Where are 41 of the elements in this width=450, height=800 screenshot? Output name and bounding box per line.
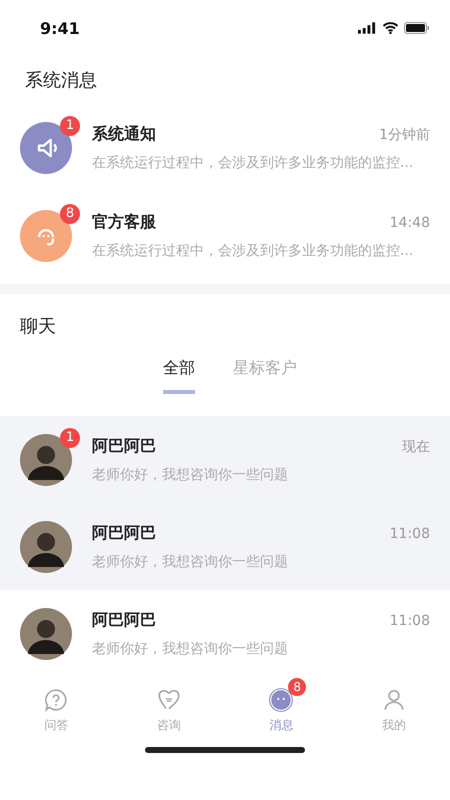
- avatar-silhouette: [20, 434, 72, 486]
- wifi-icon: [382, 22, 399, 34]
- row-time: 1分钟前: [379, 126, 430, 144]
- chat-row[interactable]: 阿巴阿巴 11:08 老师你好，我想咨询你一些问题: [0, 590, 450, 677]
- notification-row[interactable]: 8 官方客服 14:48 在系统运行过程中，会涉及到许多业务功能的监控...: [0, 192, 450, 280]
- tab-label: 我的: [382, 717, 406, 734]
- chat-row[interactable]: 阿巴阿巴 11:08 老师你好，我想咨询你一些问题: [0, 503, 450, 590]
- message-preview: 老师你好，我想咨询你一些问题: [92, 640, 289, 658]
- notification-row[interactable]: 1 系统通知 1分钟前 在系统运行过程中，会涉及到许多业务功能的监控...: [0, 104, 450, 192]
- message-preview: 老师你好，我想咨询你一些问题: [92, 552, 289, 570]
- row-time: 11:08: [390, 526, 430, 542]
- tab-label: 问答: [44, 717, 68, 734]
- row-time: 现在: [402, 438, 430, 456]
- section-title: 系统消息: [24, 69, 98, 93]
- filter-tab[interactable]: 全部: [163, 358, 195, 394]
- tab-label: 消息: [269, 717, 294, 734]
- chat-row[interactable]: 1 阿巴阿巴 现在 老师你好，我想咨询你一些问题: [0, 416, 450, 503]
- message-preview: 老师你好，我想咨询你一些问题: [92, 466, 289, 484]
- unread-badge: 8: [60, 204, 80, 224]
- tab-label: 咨询: [156, 717, 181, 734]
- signal-icon: [358, 22, 377, 34]
- battery-icon: [404, 22, 430, 34]
- avatar-silhouette: [20, 608, 72, 660]
- unread-badge: 8: [288, 678, 306, 696]
- message-preview: 在系统运行过程中，会涉及到许多业务功能的监控...: [92, 242, 414, 260]
- tab-bar-item[interactable]: 8 消息: [241, 677, 322, 747]
- contact-name: 阿巴阿巴: [92, 436, 156, 456]
- unread-badge: 1: [60, 116, 80, 136]
- row-title: 系统通知: [92, 124, 156, 145]
- contact-name: 阿巴阿巴: [92, 522, 156, 544]
- question-icon: [43, 687, 70, 713]
- section-title: 聊天: [19, 315, 57, 339]
- avatar-silhouette: [20, 520, 72, 572]
- contact-name: 阿巴阿巴: [92, 610, 156, 630]
- row-time: 11:08: [390, 612, 430, 628]
- message-icon: [268, 687, 294, 713]
- row-time: 14:48: [390, 215, 430, 231]
- status-time: 9:41: [40, 18, 80, 38]
- message-preview: 在系统运行过程中，会涉及到许多业务功能的监控...: [92, 154, 414, 172]
- unread-badge: 1: [60, 428, 80, 448]
- row-title: 官方客服: [92, 212, 156, 233]
